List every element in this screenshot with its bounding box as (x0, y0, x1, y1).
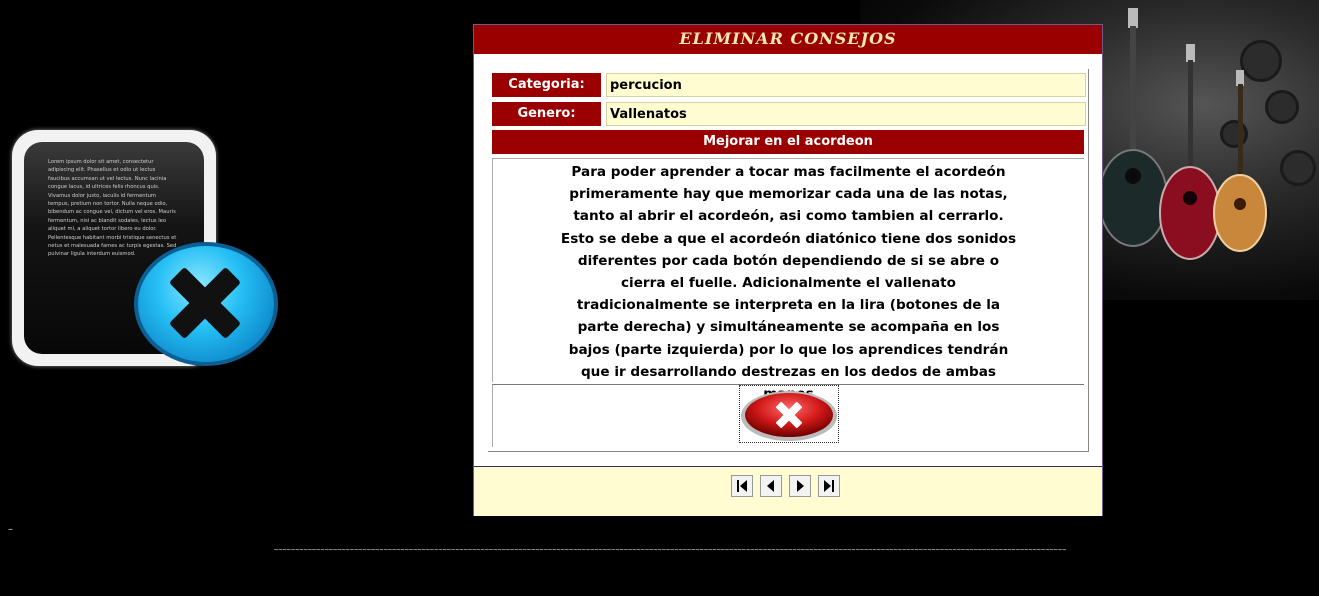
delete-button[interactable] (739, 385, 839, 443)
category-label: Categoria: (492, 73, 601, 97)
bottom-left-mark: – (8, 524, 13, 535)
delete-x-icon (741, 391, 837, 441)
previous-icon (767, 480, 774, 492)
first-page-icon (737, 480, 747, 492)
delete-document-illustration: Lorem ipsum dolor sit amet, consectetur … (12, 130, 278, 366)
blue-delete-icon (134, 242, 278, 366)
delete-tips-panel: ELIMINAR CONSEJOS Categoria: percucion G… (473, 24, 1103, 516)
document-placeholder-text: Lorem ipsum dolor sit amet, consectetur … (48, 159, 177, 258)
genre-label: Genero: (492, 102, 601, 126)
tip-details-table: Categoria: percucion Genero: Vallenatos … (488, 69, 1089, 452)
last-page-icon (824, 480, 834, 492)
previous-button[interactable] (760, 475, 782, 497)
delete-area (492, 384, 1084, 447)
tip-title: Mejorar en el acordeon (492, 130, 1084, 154)
first-page-button[interactable] (731, 475, 753, 497)
panel-title: ELIMINAR CONSEJOS (474, 25, 1102, 54)
genre-value: Vallenatos (606, 102, 1086, 126)
tip-body: Para poder aprender a tocar mas facilmen… (492, 158, 1084, 402)
pager-bar (474, 466, 1102, 516)
bottom-decorative-line: ~~~~~~~~~~~~~~~~~~~~~~~~~~~~~~~~~~~~~~~~… (274, 546, 1066, 554)
guitars-illustration (1100, 8, 1267, 260)
next-icon (797, 480, 804, 492)
last-page-button[interactable] (818, 475, 840, 497)
category-value: percucion (606, 73, 1086, 97)
next-button[interactable] (789, 475, 811, 497)
